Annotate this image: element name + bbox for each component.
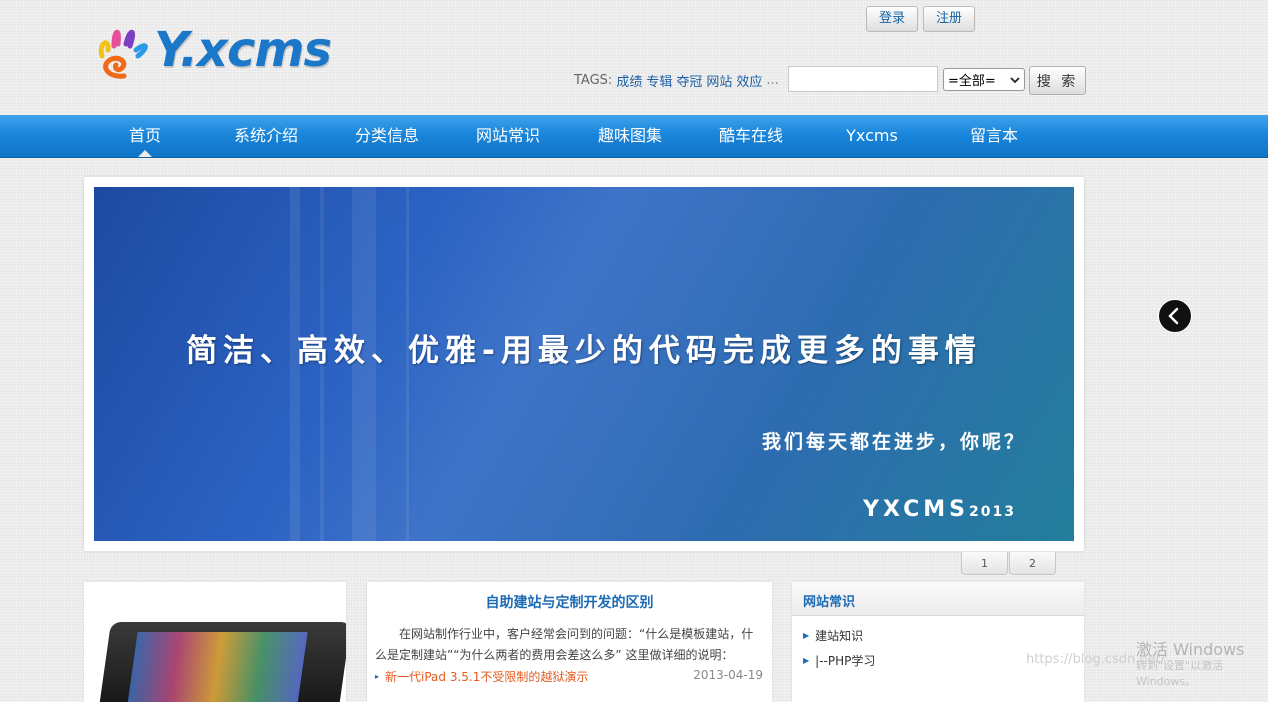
nav-item-label: 首页 bbox=[128, 126, 161, 145]
search-input[interactable] bbox=[788, 66, 938, 92]
sidebar-header: 网站常识 bbox=[792, 582, 1084, 616]
banner-headline: 简洁、高效、优雅-用最少的代码完成更多的事情 bbox=[186, 333, 982, 369]
slider-page-2[interactable]: 2 bbox=[1009, 552, 1056, 575]
nav-item-web-knowledge[interactable]: 网站常识 bbox=[468, 115, 548, 157]
scope-selected-value: =全部= bbox=[948, 74, 996, 89]
featured-image-panel[interactable] bbox=[84, 582, 346, 702]
banner-slide[interactable]: 简洁、高效、优雅-用最少的代码完成更多的事情 我们每天都在进步，你呢？ YXCM… bbox=[94, 187, 1074, 541]
tablet-image bbox=[96, 622, 346, 702]
tags-label: TAGS: bbox=[574, 72, 613, 88]
active-indicator bbox=[138, 150, 152, 157]
chevron-left-icon bbox=[1168, 307, 1179, 325]
news-link[interactable]: 新一代iPad 3.5.1不受限制的越狱演示 bbox=[385, 670, 588, 684]
sidebar-item-label: 建站知识 bbox=[815, 629, 864, 643]
nav-item-classifieds[interactable]: 分类信息 bbox=[347, 115, 427, 157]
banner-brand-name: YXCMS bbox=[863, 497, 970, 522]
nav-item-cool-cars[interactable]: 酷车在线 bbox=[711, 115, 791, 157]
search-scope-select[interactable]: =全部= bbox=[943, 68, 1025, 91]
nav-item-yxcms[interactable]: Yxcms bbox=[836, 115, 908, 157]
featured-article-description: 在网站制作行业中，客户经常会问到的问题：“什么是模板建站，什么是定制建站”“为什… bbox=[375, 627, 754, 662]
search-button[interactable]: 搜 索 bbox=[1029, 66, 1086, 95]
banner-slider: 简洁、高效、优雅-用最少的代码完成更多的事情 我们每天都在进步，你呢？ YXCM… bbox=[84, 177, 1084, 551]
tag-link[interactable]: 网站 bbox=[706, 71, 732, 90]
nav-item-fun-gallery[interactable]: 趣味图集 bbox=[590, 115, 670, 157]
tag-link[interactable]: 专辑 bbox=[646, 71, 672, 90]
banner-subline: 我们每天都在进步，你呢？ bbox=[761, 431, 1026, 453]
tablet-screen bbox=[126, 632, 308, 702]
bullet-icon: ▶ bbox=[803, 631, 810, 640]
chevron-down-icon bbox=[1010, 76, 1020, 83]
sidebar-panel: 网站常识 ▶ 建站知识 ▶ |--PHP学习 bbox=[792, 582, 1084, 702]
bullet-icon: ▸ bbox=[375, 672, 380, 681]
tag-link[interactable]: 效应 bbox=[736, 71, 762, 90]
register-button[interactable]: 注册 bbox=[923, 6, 976, 32]
tags-bar: TAGS: 成绩 专辑 夺冠 网站 效应 ... bbox=[574, 66, 779, 94]
featured-article-title[interactable]: 自助建站与定制开发的区别 bbox=[367, 592, 772, 612]
nav-item-guestbook[interactable]: 留言本 bbox=[955, 115, 1033, 157]
sidebar-item[interactable]: ▶ 建站知识 bbox=[803, 627, 863, 644]
tags-more: ... bbox=[766, 72, 779, 88]
banner-brand: YXCMS2013 bbox=[863, 497, 1016, 522]
main-nav: 首页 系统介绍 分类信息 网站常识 趣味图集 酷车在线 Yxcms 留言本 bbox=[0, 115, 1268, 158]
bullet-icon: ▶ bbox=[803, 656, 810, 665]
tag-link[interactable]: 夺冠 bbox=[676, 71, 702, 90]
nav-item-system-intro[interactable]: 系统介绍 bbox=[226, 115, 306, 157]
slider-page-1[interactable]: 1 bbox=[961, 552, 1008, 575]
news-list-item: ▸ 新一代iPad 3.5.1不受限制的越狱演示 2013-04-19 bbox=[375, 668, 763, 685]
sidebar-item-label: |--PHP学习 bbox=[815, 654, 876, 668]
news-date: 2013-04-19 bbox=[693, 668, 763, 682]
nav-item-home[interactable]: 首页 bbox=[114, 115, 176, 157]
sidebar-title[interactable]: 网站常识 bbox=[803, 591, 855, 610]
logo-text: Y.xcms bbox=[154, 22, 332, 78]
login-button[interactable]: 登录 bbox=[866, 6, 919, 32]
sidebar-item[interactable]: ▶ |--PHP学习 bbox=[803, 652, 875, 669]
slider-prev-button[interactable] bbox=[1158, 299, 1192, 333]
tag-link[interactable]: 成绩 bbox=[616, 71, 642, 90]
banner-year: 2013 bbox=[969, 504, 1016, 520]
hand-swirl-logo-icon bbox=[98, 29, 148, 79]
featured-article-panel: 自助建站与定制开发的区别 在网站制作行业中，客户经常会问到的问题：“什么是模板建… bbox=[367, 582, 772, 702]
site-logo[interactable]: Y.xcms bbox=[88, 20, 348, 90]
windows-activation-subtitle: 转到"设置"以激活 Windows。 bbox=[1136, 659, 1224, 688]
